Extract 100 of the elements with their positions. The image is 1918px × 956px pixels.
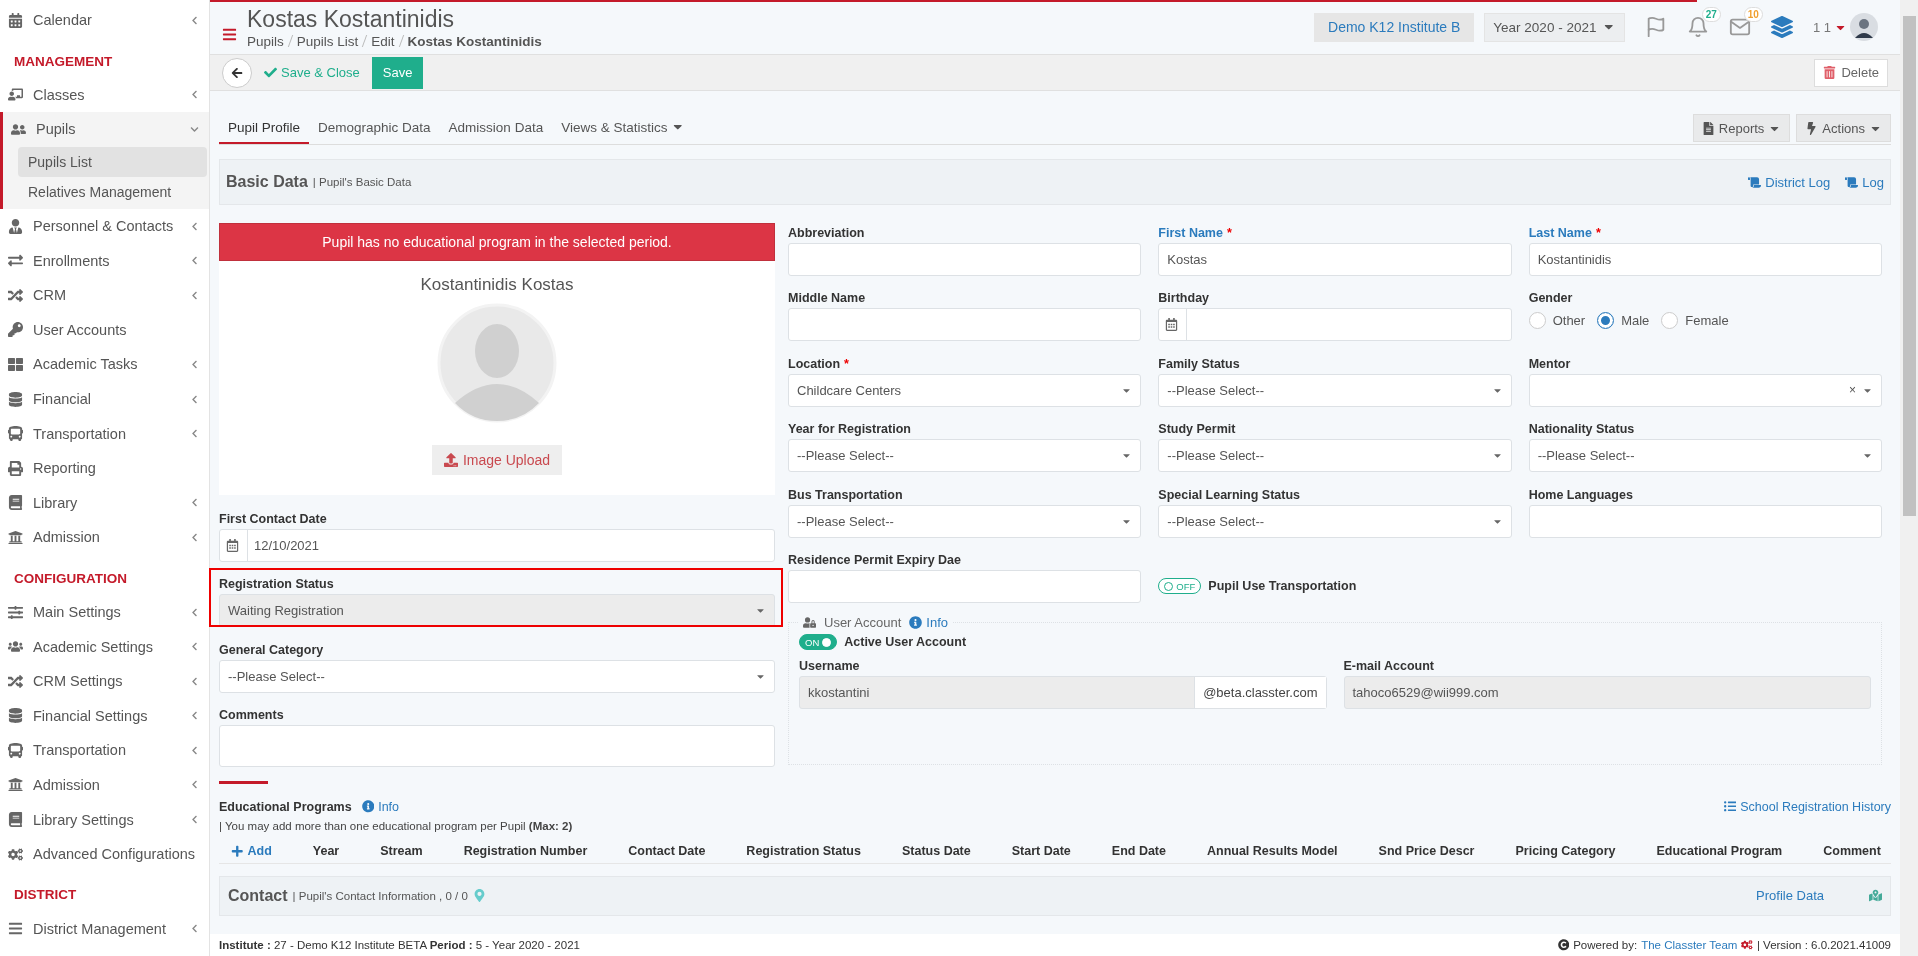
- select-field[interactable]: --Please Select--: [1528, 439, 1882, 473]
- field-label: Registration Status: [219, 576, 335, 594]
- footer-info: Institute : 27 - Demo K12 Institute BETA Period : 5 - Year 2020 - 2021: [219, 939, 580, 951]
- sidebar-item[interactable]: Calendar: [0, 3, 209, 38]
- radio-button[interactable]: [1528, 312, 1546, 330]
- gears-icon: [8, 846, 24, 862]
- radio-button[interactable]: [1597, 312, 1615, 330]
- list-icon: [1723, 800, 1737, 813]
- sidebar-item[interactable]: Personnel & Contacts: [0, 208, 209, 244]
- actions-button[interactable]: Actions: [1796, 114, 1891, 142]
- sidebar-item[interactable]: Library: [0, 485, 209, 521]
- back-button[interactable]: [222, 57, 252, 88]
- username-field[interactable]: kkostantini @beta.classter.com: [799, 676, 1327, 710]
- sidebar-item[interactable]: CRM: [0, 277, 209, 313]
- sidebar-item[interactable]: Reporting: [0, 450, 209, 486]
- breadcrumb-item[interactable]: Pupils: [247, 33, 284, 49]
- bus-icon: [8, 742, 24, 758]
- sidebar-item[interactable]: Enrollments: [0, 243, 209, 278]
- date-field[interactable]: [1158, 308, 1512, 342]
- sidebar-item[interactable]: Transportation: [0, 416, 209, 451]
- add-button[interactable]: Add: [231, 844, 272, 859]
- field-label: Middle Name: [788, 290, 867, 308]
- select-field[interactable]: --Please Select--: [219, 659, 775, 693]
- institute-button[interactable]: Demo K12 Institute B: [1314, 12, 1475, 42]
- sidebar-item[interactable]: Financial Settings: [0, 698, 209, 734]
- comments-field[interactable]: [219, 725, 775, 768]
- date-field[interactable]: 12/10/2021: [219, 529, 775, 562]
- sidebar-item[interactable]: Admission: [0, 767, 209, 803]
- radio-option[interactable]: Female: [1661, 312, 1729, 330]
- team-link[interactable]: The Classter Team: [1641, 939, 1738, 951]
- select-field[interactable]: --Please Select--: [1158, 504, 1512, 538]
- profile-data-link[interactable]: Profile Data: [1756, 888, 1824, 904]
- coins-icon: [8, 708, 24, 724]
- panel-title: Contact: [228, 886, 288, 905]
- text-field[interactable]: Kostas: [1158, 243, 1512, 276]
- log-link[interactable]: Log: [1845, 174, 1884, 190]
- select-field[interactable]: --Please Select--: [788, 504, 1142, 538]
- sidebar-item[interactable]: Library Settings: [0, 802, 209, 837]
- tab[interactable]: Views & Statistics: [552, 112, 694, 144]
- delete-button[interactable]: Delete: [1814, 58, 1888, 87]
- select-field[interactable]: --Please Select--: [1158, 373, 1512, 407]
- sidebar-item[interactable]: Advanced Configurations: [0, 836, 209, 872]
- avatar[interactable]: [1850, 13, 1878, 41]
- sidebar-item[interactable]: District Management: [0, 911, 209, 947]
- arrow-left-icon: [231, 66, 243, 79]
- sidebar-item[interactable]: Academic Settings: [0, 629, 209, 664]
- sidebar-item[interactable]: Admission: [0, 520, 209, 555]
- printer-icon: [8, 460, 24, 476]
- radio-option[interactable]: Male: [1597, 312, 1650, 330]
- tab[interactable]: Pupil Profile: [219, 112, 310, 144]
- sidebar-item[interactable]: Main Settings: [0, 594, 209, 630]
- text-field[interactable]: [1528, 504, 1882, 538]
- person-icon: [8, 218, 24, 234]
- year-select[interactable]: Year 2020 - 2021: [1484, 12, 1625, 42]
- tab[interactable]: Admission Data: [439, 112, 553, 144]
- user-name[interactable]: 1 1: [1812, 19, 1831, 35]
- text-field[interactable]: [788, 569, 1142, 603]
- image-upload-button[interactable]: Image Upload: [431, 445, 563, 475]
- sidebar-item[interactable]: CRM Settings: [0, 663, 209, 699]
- sliders-icon: [8, 604, 24, 620]
- log-link[interactable]: District Log: [1748, 174, 1831, 190]
- select-field[interactable]: --Please Select--: [1158, 439, 1512, 473]
- shuffle-icon: [8, 673, 24, 689]
- field-label: Gender: [1528, 290, 1574, 308]
- text-field[interactable]: [788, 308, 1142, 342]
- bell-icon[interactable]: [1686, 16, 1709, 38]
- sidebar-item[interactable]: User Accounts: [0, 312, 209, 348]
- layers-icon[interactable]: [1770, 16, 1793, 38]
- info-link[interactable]: Info: [909, 615, 948, 631]
- select-field[interactable]: ×: [1528, 373, 1882, 407]
- info-link[interactable]: Info: [361, 799, 400, 814]
- breadcrumb-item[interactable]: Edit: [371, 33, 395, 49]
- section-title: User Account: [824, 615, 902, 631]
- grid-icon: [8, 356, 24, 372]
- sidebar-item[interactable]: Pupils: [3, 112, 209, 147]
- clear-icon[interactable]: ×: [1849, 383, 1856, 398]
- radio-option[interactable]: Other: [1528, 312, 1586, 330]
- breadcrumb-item[interactable]: Pupils List: [296, 33, 359, 49]
- sidebar-item[interactable]: Academic Tasks: [0, 347, 209, 382]
- column-header: Annual Results Model: [1207, 844, 1338, 859]
- select-field[interactable]: Childcare Centers: [788, 373, 1142, 407]
- shuffle-icon: [8, 287, 24, 303]
- sidebar-subitem[interactable]: Relatives Management: [18, 176, 207, 207]
- reports-button[interactable]: Reports: [1692, 114, 1791, 142]
- history-link[interactable]: School Registration History: [1723, 799, 1891, 814]
- text-field[interactable]: [788, 243, 1142, 276]
- calendar-icon: [8, 12, 24, 28]
- column-header: Comment: [1823, 844, 1881, 859]
- radio-button[interactable]: [1661, 312, 1679, 330]
- select-field[interactable]: --Please Select--: [788, 439, 1142, 473]
- sidebar-subitem[interactable]: Pupils List: [18, 146, 207, 177]
- menu-icon[interactable]: [222, 26, 237, 42]
- text-field[interactable]: Kostantinidis: [1528, 243, 1882, 276]
- tab[interactable]: Demographic Data: [309, 112, 440, 144]
- sidebar-item[interactable]: Financial: [0, 381, 209, 417]
- sidebar-item[interactable]: Transportation: [0, 733, 209, 768]
- mail-icon[interactable]: [1728, 16, 1751, 38]
- column-header: End Date: [1111, 844, 1166, 859]
- sidebar-item[interactable]: Classes: [0, 77, 209, 113]
- email-field[interactable]: tahoco6529@wii999.com: [1343, 676, 1871, 710]
